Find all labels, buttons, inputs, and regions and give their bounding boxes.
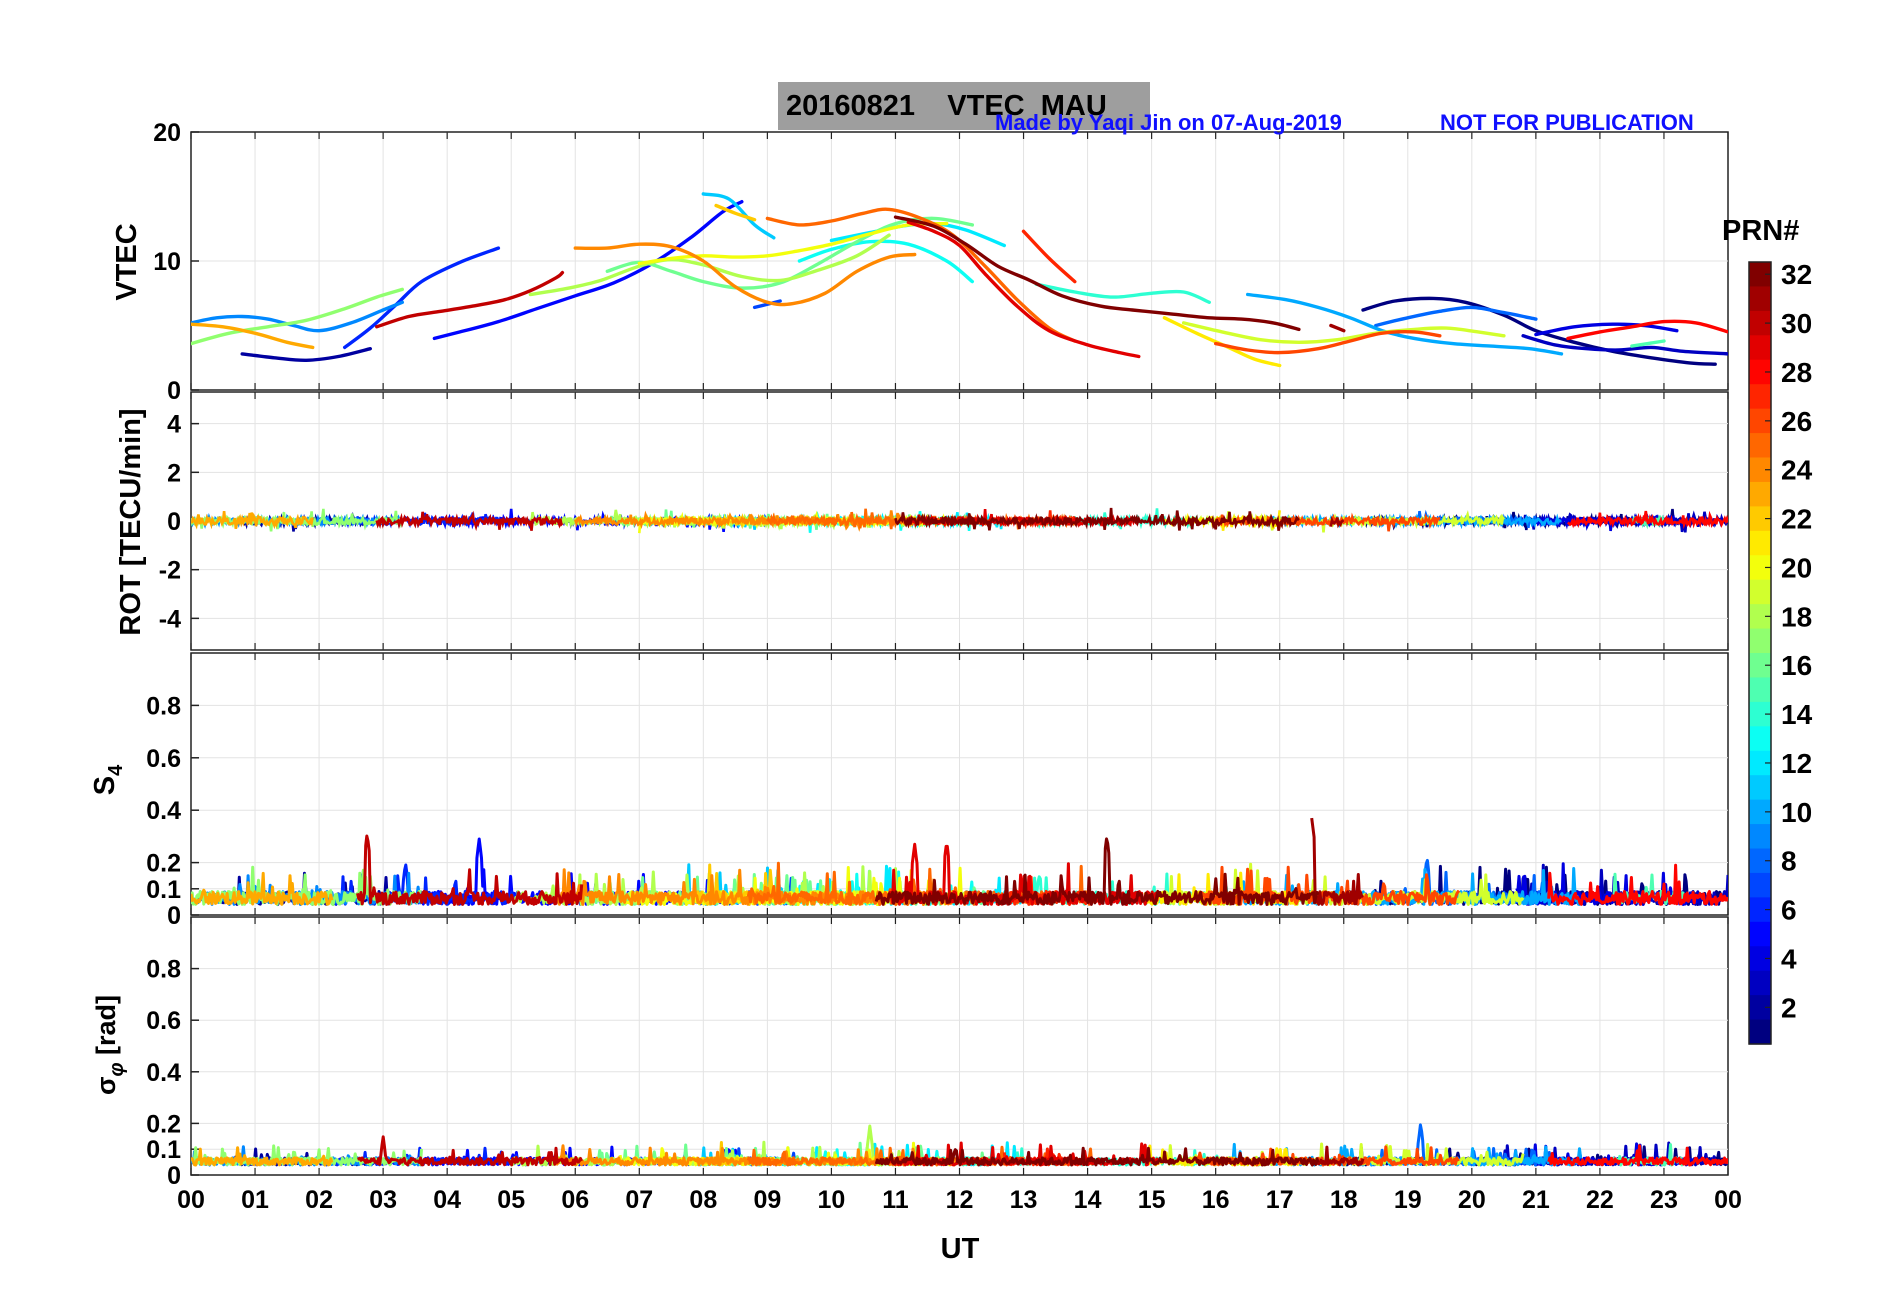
x-tick-label: 20 bbox=[1458, 1186, 1486, 1214]
credit-text: Made by Yaqi Jin on 07-Aug-2019 bbox=[995, 110, 1342, 135]
s4-ytick-label: 0.8 bbox=[146, 692, 181, 720]
x-tick-label: 08 bbox=[689, 1186, 717, 1214]
colorbar-tick-label: 6 bbox=[1781, 895, 1797, 926]
colorbar-tick-label: 30 bbox=[1781, 308, 1812, 339]
vtec-ytick-label: 0 bbox=[167, 377, 181, 405]
colorbar-swatches bbox=[1749, 262, 1771, 1045]
sigma-ylabel-unit: [rad] bbox=[91, 995, 121, 1063]
colorbar-swatch bbox=[1749, 921, 1771, 947]
x-tick-label: 18 bbox=[1330, 1186, 1358, 1214]
colorbar-swatch bbox=[1749, 726, 1771, 752]
s4-ytick-label: 0 bbox=[167, 902, 181, 930]
colorbar-ticks: 2468101214161820222426283032 bbox=[1765, 259, 1813, 1023]
s4-ytick-label: 0.6 bbox=[146, 745, 181, 773]
rot-ytick-label: 0 bbox=[167, 508, 181, 536]
colorbar-tick-label: 20 bbox=[1781, 552, 1812, 583]
x-tick-label: 06 bbox=[561, 1186, 589, 1214]
colorbar-tick-label: 22 bbox=[1781, 504, 1812, 535]
colorbar-label: PRN# bbox=[1722, 215, 1800, 247]
colorbar-swatch bbox=[1749, 530, 1771, 556]
sigma-ytick-label: 0.8 bbox=[146, 956, 181, 984]
panel-s4: 00.10.2 0.4 0.6 0.8 S4 bbox=[89, 652, 1729, 930]
colorbar-swatch bbox=[1749, 677, 1771, 703]
colorbar-tick-label: 12 bbox=[1781, 748, 1812, 779]
colorbar-swatch bbox=[1749, 286, 1771, 312]
colorbar-swatch bbox=[1749, 775, 1771, 801]
s4-ytick-label: 0.1 bbox=[146, 876, 181, 904]
s4-ytick-label: 0.4 bbox=[146, 797, 181, 825]
x-tick-label: 05 bbox=[497, 1186, 525, 1214]
x-tick-label: 23 bbox=[1650, 1186, 1678, 1214]
figure: 01020 VTEC -4-2024 ROT [TECU/min] 00.10.… bbox=[89, 119, 1813, 1265]
sigma-ytick-label: 0.1 bbox=[146, 1136, 181, 1164]
colorbar-tick-label: 4 bbox=[1781, 943, 1797, 974]
colorbar-swatch bbox=[1749, 433, 1771, 459]
colorbar-tick-label: 16 bbox=[1781, 650, 1812, 681]
colorbar-tick-label: 2 bbox=[1781, 992, 1797, 1023]
x-tick-label: 13 bbox=[1010, 1186, 1038, 1214]
panel-rot: -4 -2 0 2 4 ROT [TECU/min] bbox=[115, 391, 1729, 651]
colorbar-swatch bbox=[1749, 384, 1771, 410]
sigma-ytick-label: 0.4 bbox=[146, 1059, 181, 1087]
colorbar-swatch bbox=[1749, 579, 1771, 605]
colorbar-tick-label: 26 bbox=[1781, 406, 1812, 437]
x-tick-label: 16 bbox=[1202, 1186, 1230, 1214]
x-tick-label: 15 bbox=[1138, 1186, 1166, 1214]
vtec-ytick-label: 20 bbox=[153, 119, 181, 147]
colorbar-tick-label: 8 bbox=[1781, 846, 1797, 877]
x-tick-label: 10 bbox=[818, 1186, 846, 1214]
sigma-ylabel: σφ [rad] bbox=[91, 995, 128, 1095]
sigma-ylabel-subscript: φ bbox=[106, 1062, 128, 1076]
colorbar-swatch bbox=[1749, 1019, 1771, 1045]
rot-ytick-label: -2 bbox=[159, 557, 181, 585]
x-tick-label: 17 bbox=[1266, 1186, 1294, 1214]
colorbar-tick-label: 32 bbox=[1781, 259, 1812, 290]
colorbar-tick-label: 14 bbox=[1781, 699, 1813, 730]
x-tick-label: 09 bbox=[753, 1186, 781, 1214]
colorbar-tick-label: 18 bbox=[1781, 601, 1812, 632]
colorbar-swatch bbox=[1749, 335, 1771, 361]
x-tick-label: 00 bbox=[177, 1186, 205, 1214]
x-tick-label: 21 bbox=[1522, 1186, 1550, 1214]
rot-ytick-label: 4 bbox=[167, 411, 181, 439]
panel-sigma-phi: 00.10.20.40.60.8 σφ [rad] bbox=[91, 916, 1729, 1190]
x-tick-label: 01 bbox=[241, 1186, 269, 1214]
colorbar-tick-label: 28 bbox=[1781, 357, 1812, 388]
x-tick-label: 00 bbox=[1714, 1186, 1742, 1214]
sigma-ytick-label: 0.2 bbox=[146, 1110, 181, 1138]
panel-vtec: 0 10 20 VTEC bbox=[111, 119, 1729, 405]
x-tick-label: 04 bbox=[433, 1186, 461, 1214]
rot-ytick-label: -4 bbox=[159, 605, 181, 633]
x-tick-label: 19 bbox=[1394, 1186, 1422, 1214]
vtec-ytick-label: 10 bbox=[153, 248, 181, 276]
colorbar-swatch bbox=[1749, 970, 1771, 996]
vtec-ylabel: VTEC bbox=[111, 223, 143, 300]
x-tick-label: 12 bbox=[946, 1186, 974, 1214]
colorbar-swatch bbox=[1749, 628, 1771, 654]
s4-ylabel-subscript: 4 bbox=[105, 764, 127, 776]
sigma-ytick-label: 0.6 bbox=[146, 1007, 181, 1035]
rot-ylabel: ROT [TECU/min] bbox=[115, 408, 147, 635]
colorbar: 2468101214161820222426283032 bbox=[1748, 259, 1813, 1045]
s4-ytick-label: 0.2 bbox=[146, 850, 181, 878]
x-tick-label: 02 bbox=[305, 1186, 333, 1214]
x-tick-label: 11 bbox=[882, 1186, 909, 1214]
x-tick-label: 03 bbox=[369, 1186, 397, 1214]
colorbar-swatch bbox=[1749, 481, 1771, 507]
x-ticklabels: 00 01 02 03 04 05 06 07 08 09 10 11 12 13 14 15 16 17 18 19… bbox=[177, 1186, 1742, 1214]
x-tick-label: 22 bbox=[1586, 1186, 1614, 1214]
colorbar-swatch bbox=[1749, 824, 1771, 850]
colorbar-tick-label: 10 bbox=[1781, 797, 1812, 828]
x-tick-label: 07 bbox=[625, 1186, 653, 1214]
rot-ytick-label: 2 bbox=[167, 459, 181, 487]
colorbar-swatch bbox=[1749, 872, 1771, 898]
not-for-publication-text: NOT FOR PUBLICATION bbox=[1440, 110, 1694, 135]
x-tick-label: 14 bbox=[1074, 1186, 1102, 1214]
colorbar-tick-label: 24 bbox=[1781, 455, 1813, 486]
s4-ylabel: S4 bbox=[89, 764, 127, 795]
x-axis-label: UT bbox=[941, 1233, 980, 1265]
